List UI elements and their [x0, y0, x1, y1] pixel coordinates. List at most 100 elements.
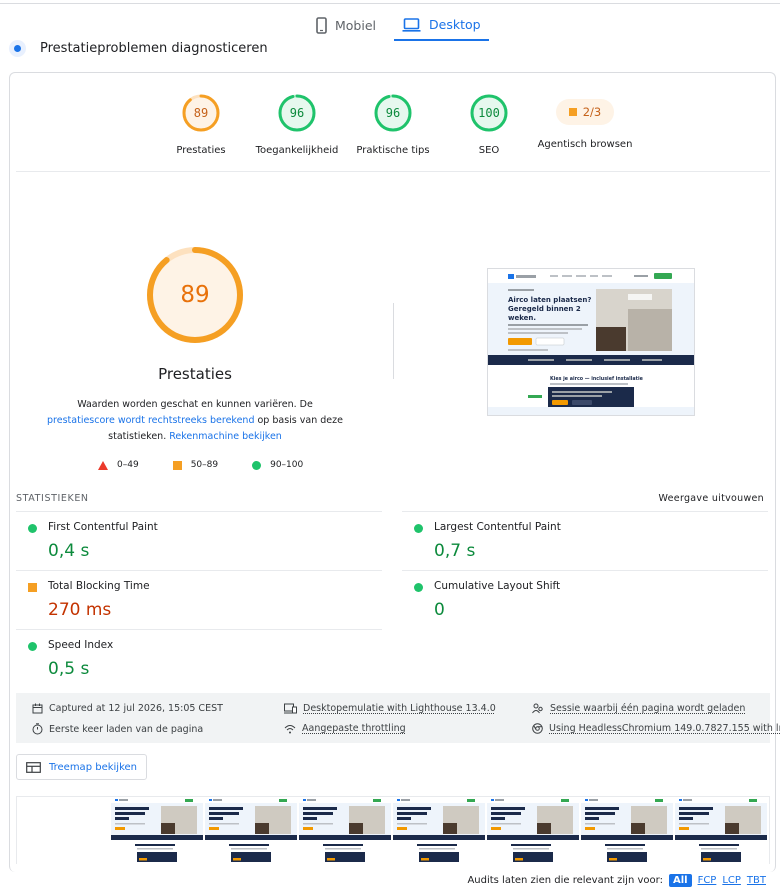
- gauge-score: 100: [478, 106, 500, 120]
- gauge-agentic-browsing[interactable]: 2/3 Agentisch browsen: [530, 93, 640, 150]
- metric-name: Largest Contentful Paint: [434, 521, 561, 533]
- filter-all[interactable]: All: [668, 874, 692, 887]
- legend-fail: 0–49: [98, 460, 139, 470]
- gauge-performance[interactable]: 89 Prestaties: [146, 93, 256, 156]
- metric-name: Total Blocking Time: [48, 580, 150, 592]
- average-square-icon: [172, 460, 182, 470]
- divider: [16, 171, 770, 172]
- tab-mobile[interactable]: Mobiel: [308, 10, 384, 41]
- metric-fcp: First Contentful Paint 0,4 s: [16, 511, 382, 569]
- env-first-load: Eerste keer laden van de pagina: [32, 723, 203, 735]
- gauge-accessibility[interactable]: 96 Toegankelijkheid: [242, 93, 352, 156]
- metric-value: 0,7 s: [434, 541, 476, 561]
- filter-tbt[interactable]: TBT: [747, 875, 766, 886]
- env-browser-text: Using HeadlessChromium 149.0.7827.155 wi…: [549, 723, 780, 734]
- main-score-gauge: 89: [145, 245, 245, 345]
- runtime-settings: Captured at 12 jul 2026, 15:05 CEST Desk…: [16, 693, 780, 743]
- metric-value: 0,5 s: [48, 659, 90, 679]
- average-square-icon: [568, 108, 577, 116]
- timer-icon: [32, 723, 43, 735]
- tab-desktop[interactable]: Desktop: [394, 10, 489, 41]
- pass-circle-icon: [252, 460, 262, 470]
- legend-pass-label: 90–100: [270, 460, 304, 470]
- gauge-label: Praktische tips: [356, 145, 430, 156]
- score-legend: 0–49 50–89 90–100: [98, 460, 337, 470]
- gauge-score: 89: [193, 106, 209, 120]
- gauge-circle: 89: [181, 93, 221, 133]
- audit-filter-label: Audits laten zien die relevant zijn voor…: [467, 875, 663, 886]
- treemap-icon: [26, 761, 41, 773]
- env-captured-text: Captured at 12 jul 2026, 15:05 CEST: [49, 703, 223, 714]
- env-emulation[interactable]: Desktopemulatie with Lighthouse 13.4.0: [284, 703, 496, 714]
- filmstrip-frame: [111, 797, 203, 864]
- diagnose-icon: [9, 40, 26, 57]
- metric-divider: [16, 570, 382, 571]
- gauge-label: Prestaties: [176, 145, 226, 156]
- gauge-seo[interactable]: 100 SEO: [434, 93, 544, 156]
- calendar-icon: [32, 703, 43, 714]
- env-session-text: Sessie waarbij één pagina wordt geladen: [550, 703, 746, 714]
- gauge-circle: 96: [373, 93, 413, 133]
- screenshot-section-title: Kies je airco — inclusief installatie: [550, 376, 644, 382]
- filmstrip-frame: [205, 797, 297, 864]
- metric-value: 270 ms: [48, 600, 112, 620]
- pass-circle-icon: [28, 642, 37, 651]
- expand-view-toggle[interactable]: Weergave uitvouwen: [659, 493, 764, 504]
- agentic-score: 2/3: [582, 105, 602, 119]
- chrome-icon: [532, 723, 543, 734]
- main-score-label: Prestaties: [158, 365, 232, 383]
- metric-name: Speed Index: [48, 639, 114, 651]
- screenshot-headline: weken.: [508, 314, 536, 322]
- metric-divider: [402, 511, 768, 512]
- metric-speed-index: Speed Index 0,5 s: [16, 629, 382, 687]
- final-screenshot[interactable]: Airco laten plaatsen? Geregeld binnen 2 …: [487, 268, 695, 416]
- env-throttling[interactable]: Aangepaste throttling: [284, 723, 406, 734]
- gauge-score: 96: [289, 106, 305, 120]
- calculator-link[interactable]: Rekenmachine bekijken: [169, 431, 282, 442]
- metric-divider: [402, 570, 768, 571]
- main-score-value: 89: [180, 282, 210, 308]
- filter-fcp[interactable]: FCP: [698, 875, 717, 886]
- phone-icon: [316, 17, 327, 34]
- fail-triangle-icon: [98, 460, 108, 470]
- metric-lcp: Largest Contentful Paint 0,7 s: [402, 511, 768, 569]
- env-session[interactable]: Sessie waarbij één pagina wordt geladen: [532, 703, 745, 714]
- env-emulation-text: Desktopemulatie with Lighthouse 13.4.0: [303, 703, 496, 714]
- env-throttling-text: Aangepaste throttling: [302, 723, 406, 734]
- treemap-button[interactable]: Treemap bekijken: [16, 754, 147, 780]
- metric-divider: [16, 629, 382, 630]
- stats-heading: STATISTIEKEN: [16, 493, 89, 504]
- pass-circle-icon: [414, 583, 423, 592]
- agentic-badge: 2/3: [556, 99, 614, 125]
- filmstrip-frame: [675, 797, 767, 864]
- gauge-label: Agentisch browsen: [537, 139, 633, 150]
- legend-pass: 90–100: [252, 460, 303, 470]
- gauge-label: SEO: [478, 145, 500, 156]
- signal-icon: [284, 724, 296, 733]
- screenshot-headline: Geregeld binnen 2: [508, 305, 581, 313]
- filmstrip-frame: [581, 797, 673, 864]
- tab-mobile-label: Mobiel: [335, 18, 377, 33]
- env-captured: Captured at 12 jul 2026, 15:05 CEST: [32, 703, 223, 714]
- description-text: Waarden worden geschat en kunnen variëre…: [77, 399, 313, 410]
- metric-name: First Contentful Paint: [48, 521, 158, 533]
- people-icon: [532, 703, 543, 714]
- score-calculation-link[interactable]: prestatiescore wordt rechtstreeks bereke…: [47, 415, 254, 426]
- filter-lcp[interactable]: LCP: [722, 875, 741, 886]
- laptop-icon: [402, 17, 421, 32]
- section-title-text: Prestatieproblemen diagnosticeren: [40, 41, 268, 56]
- gauge-circle: 100: [469, 93, 509, 133]
- page-screenshot-thumbnail: Airco laten plaatsen? Geregeld binnen 2 …: [488, 269, 694, 415]
- metric-value: 0: [434, 600, 445, 620]
- metric-divider: [16, 511, 382, 512]
- env-browser[interactable]: Using HeadlessChromium 149.0.7827.155 wi…: [532, 723, 780, 734]
- pass-circle-icon: [414, 524, 423, 533]
- score-description: Waarden worden geschat en kunnen variëre…: [42, 397, 348, 445]
- gauge-best-practices[interactable]: 96 Praktische tips: [338, 93, 448, 156]
- pass-circle-icon: [28, 524, 37, 533]
- metric-tbt: Total Blocking Time 270 ms: [16, 570, 382, 628]
- devices-icon: [284, 703, 297, 714]
- legend-average-label: 50–89: [190, 460, 219, 470]
- filmstrip-frame: [393, 797, 485, 864]
- metric-value: 0,4 s: [48, 541, 90, 561]
